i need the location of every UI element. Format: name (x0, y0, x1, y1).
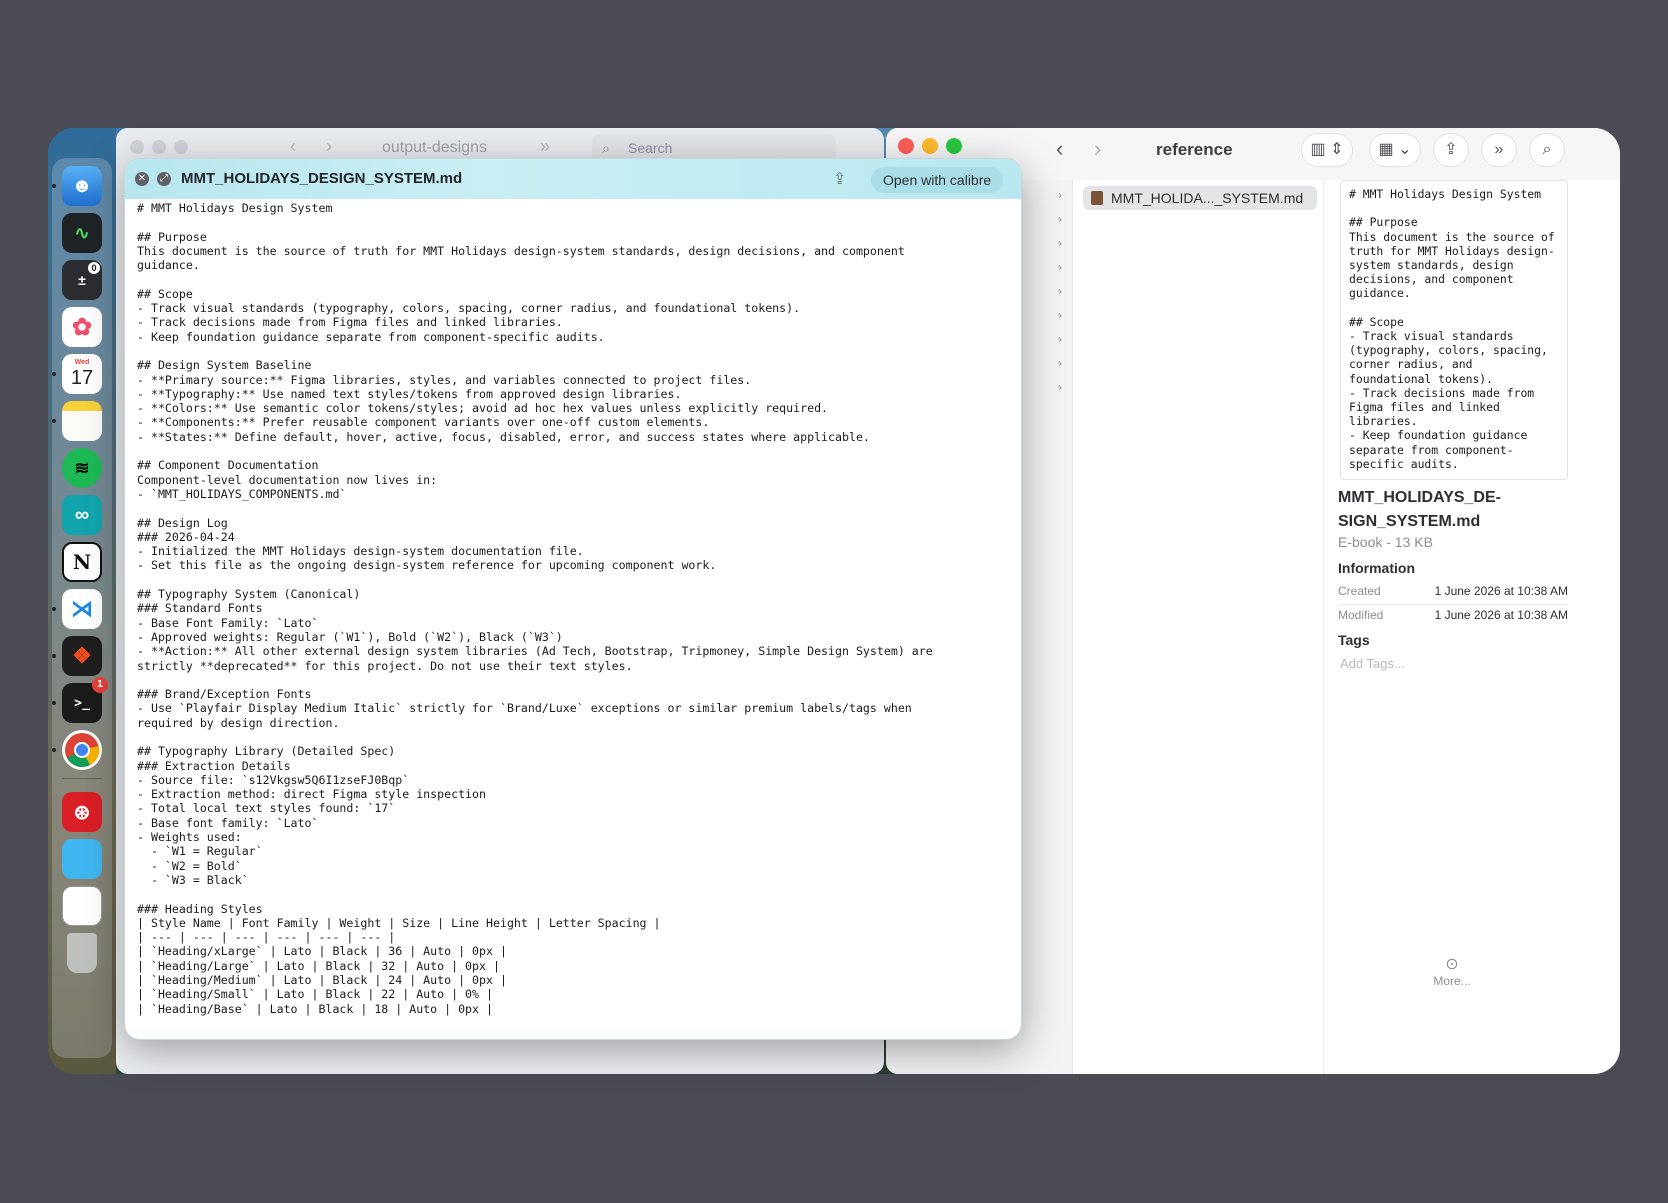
forward-icon[interactable]: › (1094, 136, 1101, 162)
running-indicator (52, 372, 56, 376)
modified-value: 1 June 2026 at 10:38 AM (1434, 608, 1568, 622)
calculator-icon[interactable]: ± 0 (62, 260, 102, 300)
open-with-calibre-button[interactable]: Open with calibre (871, 167, 1004, 193)
running-indicator (52, 419, 56, 423)
file-name-line: SIGN_SYSTEM.md (1338, 513, 1481, 530)
chevron-right-icon[interactable]: › (1058, 284, 1062, 298)
notion-icon[interactable]: N (62, 542, 102, 582)
figma-icon[interactable]: ❖ (62, 636, 102, 676)
information-heading: Information (1338, 560, 1415, 576)
file-preview: # MMT Holidays Design System ## Purpose … (1340, 180, 1568, 480)
terminal-icon[interactable]: >_ 1 (62, 677, 108, 723)
quicklook-titlebar: ✕ ⤢ MMT_HOLIDAYS_DESIGN_SYSTEM.md ⇪ Open… (125, 159, 1021, 199)
calendar-date: 17 (70, 367, 94, 389)
zoom-button[interactable] (946, 138, 962, 154)
quicklook-window: ✕ ⤢ MMT_HOLIDAYS_DESIGN_SYSTEM.md ⇪ Open… (124, 158, 1022, 1040)
calendar-weekday: Wed (74, 359, 90, 366)
chrome-icon[interactable] (62, 730, 102, 770)
notes-icon[interactable] (62, 401, 102, 441)
chrome-logo (65, 733, 100, 767)
running-indicator (52, 607, 56, 611)
fullscreen-icon[interactable]: ⤢ (157, 172, 171, 186)
running-indicator (52, 654, 56, 658)
window-title: reference (1156, 140, 1233, 159)
chevron-right-icon[interactable]: › (1058, 236, 1062, 250)
terminal-badge: 1 (92, 677, 108, 693)
file-name: MMT_HOLIDAYS_DE- SIGN_SYSTEM.md (1338, 486, 1598, 534)
file-column: MMT_HOLIDA..._SYSTEM.md (1073, 180, 1324, 1074)
markdown-content: # MMT Holidays Design System ## Purpose … (137, 201, 933, 1016)
dock: ☻ ∿ ± 0 ✿ Wed 17 ≋ ∞ N ⋊ ❖ >_ 1 ⊛ (48, 128, 116, 1074)
calendar-icon[interactable]: Wed 17 (62, 354, 102, 394)
back-icon[interactable]: ‹ (1056, 136, 1063, 162)
view-mode-icon[interactable]: ▥ ⇕ (1302, 134, 1352, 166)
folder-icon[interactable] (62, 839, 102, 879)
creative-cloud-icon[interactable]: ⊛ (62, 792, 102, 832)
ebook-icon (1091, 191, 1103, 205)
spotify-icon[interactable]: ≋ (62, 448, 102, 488)
ellipsis-circle-icon: ⊙ (1445, 956, 1459, 973)
finder-icon[interactable]: ☻ (62, 166, 102, 206)
chevron-right-icon[interactable]: › (1058, 212, 1062, 226)
preview-text: # MMT Holidays Design System ## Purpose … (1349, 187, 1555, 471)
add-tags-field[interactable]: Add Tags... (1340, 656, 1405, 671)
quicklook-title: MMT_HOLIDAYS_DESIGN_SYSTEM.md (181, 170, 463, 187)
file-item-selected[interactable]: MMT_HOLIDA..._SYSTEM.md (1083, 186, 1317, 210)
chevron-right-icon[interactable]: › (1058, 332, 1062, 346)
close-button[interactable] (130, 140, 144, 154)
chevron-right-icon[interactable]: › (1058, 260, 1062, 274)
chevron-right-icon[interactable]: › (1058, 308, 1062, 322)
back-icon[interactable]: ‹ (290, 136, 296, 157)
created-row: Created 1 June 2026 at 10:38 AM (1338, 580, 1568, 602)
running-indicator (52, 748, 56, 752)
arduino-icon[interactable]: ∞ (62, 495, 102, 535)
activity-monitor-icon[interactable]: ∿ (62, 213, 102, 253)
vscode-icon[interactable]: ⋊ (62, 589, 102, 629)
close-icon[interactable]: ✕ (135, 172, 149, 186)
chevron-right-icon[interactable]: › (1058, 380, 1062, 394)
running-indicator (52, 701, 56, 705)
created-label: Created (1338, 584, 1381, 598)
window-title: output-designs (382, 139, 487, 156)
zoom-button[interactable] (174, 140, 188, 154)
more-toolbar-icon[interactable]: » (1482, 134, 1516, 166)
preview-document-icon[interactable] (62, 886, 102, 926)
file-name-line: MMT_HOLIDAYS_DE- (1338, 489, 1501, 506)
created-value: 1 June 2026 at 10:38 AM (1434, 584, 1568, 598)
activity-badge: 0 (88, 262, 100, 274)
share-icon[interactable]: ⇪ (833, 169, 846, 189)
group-icon[interactable]: ▦ ⌄ (1370, 134, 1420, 166)
trash-icon[interactable] (67, 933, 97, 973)
chevron-right-icon[interactable]: › (1058, 356, 1062, 370)
more-button[interactable]: ⊙ More... (1430, 954, 1474, 988)
search-icon[interactable]: ⌕ (1530, 134, 1564, 166)
more-toolbar-icon[interactable]: » (540, 136, 550, 157)
modified-label: Modified (1338, 608, 1384, 622)
modified-row: Modified 1 June 2026 at 10:38 AM (1338, 604, 1568, 626)
tags-heading: Tags (1338, 632, 1370, 648)
file-item-label: MMT_HOLIDA..._SYSTEM.md (1111, 190, 1304, 206)
search-placeholder: Search (628, 140, 673, 156)
file-kind: E-book - 13 KB (1338, 534, 1433, 550)
more-label: More... (1433, 974, 1471, 988)
chevron-right-icon[interactable]: › (1058, 188, 1062, 202)
share-icon[interactable]: ⇪ (1434, 134, 1468, 166)
dock-panel: ☻ ∿ ± 0 ✿ Wed 17 ≋ ∞ N ⋊ ❖ >_ 1 ⊛ (52, 158, 112, 1058)
running-indicator (52, 184, 56, 188)
minimize-button[interactable] (922, 138, 938, 154)
dock-separator (62, 778, 102, 779)
forward-icon[interactable]: › (326, 136, 332, 157)
photos-icon[interactable]: ✿ (62, 307, 102, 347)
close-button[interactable] (898, 138, 914, 154)
minimize-button[interactable] (152, 140, 166, 154)
